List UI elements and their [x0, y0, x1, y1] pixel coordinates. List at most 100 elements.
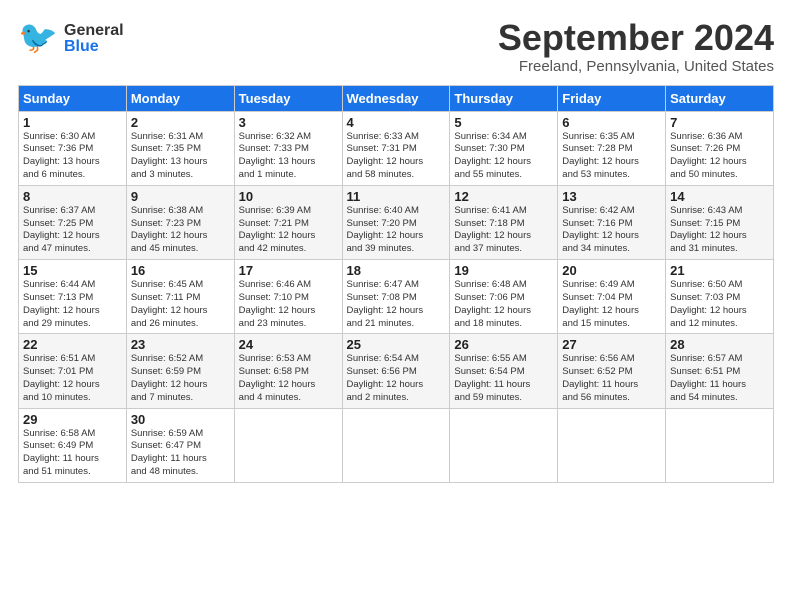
calendar-cell: 26Sunrise: 6:55 AM Sunset: 6:54 PM Dayli… [450, 334, 558, 408]
day-info: Sunrise: 6:39 AM Sunset: 7:21 PM Dayligh… [239, 205, 338, 256]
day-number: 23 [131, 337, 230, 352]
svg-text:🐦: 🐦 [18, 19, 58, 55]
calendar-cell: 15Sunrise: 6:44 AM Sunset: 7:13 PM Dayli… [19, 260, 127, 334]
calendar-cell: 23Sunrise: 6:52 AM Sunset: 6:59 PM Dayli… [126, 334, 234, 408]
calendar-cell: 10Sunrise: 6:39 AM Sunset: 7:21 PM Dayli… [234, 185, 342, 259]
calendar-week-row: 15Sunrise: 6:44 AM Sunset: 7:13 PM Dayli… [19, 260, 774, 334]
calendar-cell: 20Sunrise: 6:49 AM Sunset: 7:04 PM Dayli… [558, 260, 666, 334]
logo-general-text: General [64, 23, 124, 39]
weekday-header-saturday: Saturday [666, 85, 774, 111]
day-number: 29 [23, 412, 122, 427]
day-info: Sunrise: 6:44 AM Sunset: 7:13 PM Dayligh… [23, 279, 122, 330]
calendar-week-row: 29Sunrise: 6:58 AM Sunset: 6:49 PM Dayli… [19, 408, 774, 482]
day-info: Sunrise: 6:58 AM Sunset: 6:49 PM Dayligh… [23, 428, 122, 479]
day-number: 30 [131, 412, 230, 427]
calendar-cell: 25Sunrise: 6:54 AM Sunset: 6:56 PM Dayli… [342, 334, 450, 408]
day-info: Sunrise: 6:46 AM Sunset: 7:10 PM Dayligh… [239, 279, 338, 330]
weekday-header-friday: Friday [558, 85, 666, 111]
calendar-cell: 21Sunrise: 6:50 AM Sunset: 7:03 PM Dayli… [666, 260, 774, 334]
page-header: 🐦 General Blue September 2024 Freeland, … [18, 18, 774, 75]
day-number: 14 [670, 189, 769, 204]
calendar-cell: 11Sunrise: 6:40 AM Sunset: 7:20 PM Dayli… [342, 185, 450, 259]
day-info: Sunrise: 6:34 AM Sunset: 7:30 PM Dayligh… [454, 131, 553, 182]
calendar-cell: 8Sunrise: 6:37 AM Sunset: 7:25 PM Daylig… [19, 185, 127, 259]
day-number: 8 [23, 189, 122, 204]
day-info: Sunrise: 6:30 AM Sunset: 7:36 PM Dayligh… [23, 131, 122, 182]
day-info: Sunrise: 6:40 AM Sunset: 7:20 PM Dayligh… [347, 205, 446, 256]
logo-blue-text: Blue [64, 39, 124, 55]
calendar-cell [558, 408, 666, 482]
day-info: Sunrise: 6:31 AM Sunset: 7:35 PM Dayligh… [131, 131, 230, 182]
day-number: 15 [23, 263, 122, 278]
day-info: Sunrise: 6:37 AM Sunset: 7:25 PM Dayligh… [23, 205, 122, 256]
calendar-cell: 12Sunrise: 6:41 AM Sunset: 7:18 PM Dayli… [450, 185, 558, 259]
day-number: 25 [347, 337, 446, 352]
weekday-header-tuesday: Tuesday [234, 85, 342, 111]
day-number: 3 [239, 115, 338, 130]
day-info: Sunrise: 6:51 AM Sunset: 7:01 PM Dayligh… [23, 353, 122, 404]
day-info: Sunrise: 6:35 AM Sunset: 7:28 PM Dayligh… [562, 131, 661, 182]
calendar-cell [450, 408, 558, 482]
day-number: 22 [23, 337, 122, 352]
day-number: 17 [239, 263, 338, 278]
calendar-week-row: 8Sunrise: 6:37 AM Sunset: 7:25 PM Daylig… [19, 185, 774, 259]
weekday-header-wednesday: Wednesday [342, 85, 450, 111]
day-number: 2 [131, 115, 230, 130]
day-info: Sunrise: 6:42 AM Sunset: 7:16 PM Dayligh… [562, 205, 661, 256]
calendar-cell [342, 408, 450, 482]
day-number: 19 [454, 263, 553, 278]
day-info: Sunrise: 6:48 AM Sunset: 7:06 PM Dayligh… [454, 279, 553, 330]
day-number: 24 [239, 337, 338, 352]
day-info: Sunrise: 6:53 AM Sunset: 6:58 PM Dayligh… [239, 353, 338, 404]
calendar-cell [666, 408, 774, 482]
day-number: 18 [347, 263, 446, 278]
calendar-cell: 6Sunrise: 6:35 AM Sunset: 7:28 PM Daylig… [558, 111, 666, 185]
day-info: Sunrise: 6:47 AM Sunset: 7:08 PM Dayligh… [347, 279, 446, 330]
day-number: 26 [454, 337, 553, 352]
day-info: Sunrise: 6:41 AM Sunset: 7:18 PM Dayligh… [454, 205, 553, 256]
calendar-cell: 30Sunrise: 6:59 AM Sunset: 6:47 PM Dayli… [126, 408, 234, 482]
calendar-cell: 29Sunrise: 6:58 AM Sunset: 6:49 PM Dayli… [19, 408, 127, 482]
calendar-cell: 3Sunrise: 6:32 AM Sunset: 7:33 PM Daylig… [234, 111, 342, 185]
month-title: September 2024 [498, 18, 774, 58]
day-number: 13 [562, 189, 661, 204]
calendar-cell: 27Sunrise: 6:56 AM Sunset: 6:52 PM Dayli… [558, 334, 666, 408]
day-number: 9 [131, 189, 230, 204]
day-number: 7 [670, 115, 769, 130]
day-number: 10 [239, 189, 338, 204]
weekday-header-monday: Monday [126, 85, 234, 111]
day-info: Sunrise: 6:33 AM Sunset: 7:31 PM Dayligh… [347, 131, 446, 182]
calendar-cell: 18Sunrise: 6:47 AM Sunset: 7:08 PM Dayli… [342, 260, 450, 334]
day-info: Sunrise: 6:55 AM Sunset: 6:54 PM Dayligh… [454, 353, 553, 404]
day-number: 4 [347, 115, 446, 130]
calendar-page: 🐦 General Blue September 2024 Freeland, … [0, 0, 792, 493]
day-info: Sunrise: 6:56 AM Sunset: 6:52 PM Dayligh… [562, 353, 661, 404]
day-info: Sunrise: 6:57 AM Sunset: 6:51 PM Dayligh… [670, 353, 769, 404]
logo: 🐦 General Blue [18, 18, 124, 60]
day-info: Sunrise: 6:59 AM Sunset: 6:47 PM Dayligh… [131, 428, 230, 479]
day-number: 16 [131, 263, 230, 278]
calendar-cell: 13Sunrise: 6:42 AM Sunset: 7:16 PM Dayli… [558, 185, 666, 259]
logo-icon: 🐦 [18, 18, 60, 60]
day-info: Sunrise: 6:36 AM Sunset: 7:26 PM Dayligh… [670, 131, 769, 182]
location-subtitle: Freeland, Pennsylvania, United States [498, 58, 774, 75]
day-number: 6 [562, 115, 661, 130]
calendar-cell: 24Sunrise: 6:53 AM Sunset: 6:58 PM Dayli… [234, 334, 342, 408]
calendar-header-row: SundayMondayTuesdayWednesdayThursdayFrid… [19, 85, 774, 111]
weekday-header-thursday: Thursday [450, 85, 558, 111]
day-info: Sunrise: 6:49 AM Sunset: 7:04 PM Dayligh… [562, 279, 661, 330]
calendar-cell: 28Sunrise: 6:57 AM Sunset: 6:51 PM Dayli… [666, 334, 774, 408]
day-number: 20 [562, 263, 661, 278]
calendar-cell: 19Sunrise: 6:48 AM Sunset: 7:06 PM Dayli… [450, 260, 558, 334]
calendar-cell: 5Sunrise: 6:34 AM Sunset: 7:30 PM Daylig… [450, 111, 558, 185]
day-info: Sunrise: 6:38 AM Sunset: 7:23 PM Dayligh… [131, 205, 230, 256]
calendar-cell: 4Sunrise: 6:33 AM Sunset: 7:31 PM Daylig… [342, 111, 450, 185]
day-info: Sunrise: 6:45 AM Sunset: 7:11 PM Dayligh… [131, 279, 230, 330]
calendar-cell: 14Sunrise: 6:43 AM Sunset: 7:15 PM Dayli… [666, 185, 774, 259]
logo-name: General Blue [64, 23, 124, 55]
calendar-cell: 2Sunrise: 6:31 AM Sunset: 7:35 PM Daylig… [126, 111, 234, 185]
day-info: Sunrise: 6:32 AM Sunset: 7:33 PM Dayligh… [239, 131, 338, 182]
calendar-cell: 1Sunrise: 6:30 AM Sunset: 7:36 PM Daylig… [19, 111, 127, 185]
day-info: Sunrise: 6:50 AM Sunset: 7:03 PM Dayligh… [670, 279, 769, 330]
day-number: 12 [454, 189, 553, 204]
